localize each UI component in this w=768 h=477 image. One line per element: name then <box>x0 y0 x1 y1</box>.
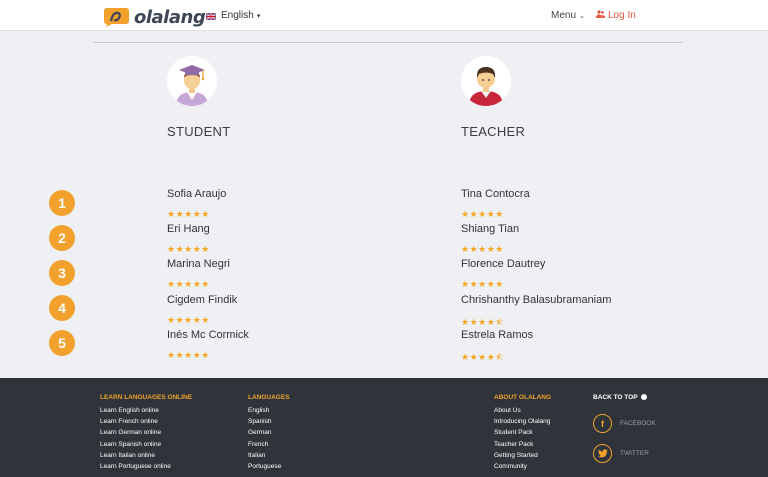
teacher-name[interactable]: Florence Dautrey <box>461 258 545 270</box>
footer-link[interactable]: Introducing Olalang <box>494 416 551 427</box>
teacher-name[interactable]: Chrishanthy Balasubramaniam <box>461 294 611 306</box>
menu-label: Menu <box>551 10 577 21</box>
student-name[interactable]: Cigdem Findik <box>167 294 237 306</box>
login-label: Log In <box>608 10 636 21</box>
footer-link[interactable]: Learn English online <box>100 405 192 416</box>
footer-link[interactable]: Getting Started <box>494 450 551 461</box>
teacher-column-title: TEACHER <box>461 124 526 139</box>
footer-link[interactable]: Italian <box>248 450 290 461</box>
footer-link[interactable]: Portuguese <box>248 461 290 472</box>
student-name[interactable]: Eri Hang <box>167 223 210 235</box>
uk-flag-icon <box>205 12 217 21</box>
back-to-top-label: BACK TO TOP <box>593 394 638 401</box>
facebook-icon: f <box>593 414 612 433</box>
logo-text: olalang <box>134 6 206 28</box>
facebook-link[interactable]: f FACEBOOK <box>593 414 656 433</box>
student-rating-stars: ★★★★★ <box>167 244 210 254</box>
teacher-name[interactable]: Estrela Ramos <box>461 329 533 341</box>
student-avatar <box>167 56 217 106</box>
facebook-label: FACEBOOK <box>620 420 656 427</box>
footer-link[interactable]: Community <box>494 461 551 472</box>
login-link[interactable]: Log In <box>596 10 636 21</box>
site-footer: LEARN LANGUAGES ONLINE Learn English onl… <box>0 378 768 477</box>
twitter-icon <box>593 444 612 463</box>
twitter-link[interactable]: TWITTER <box>593 444 649 463</box>
footer-heading: LEARN LANGUAGES ONLINE <box>100 394 193 401</box>
student-name[interactable]: Inés Mc Cormick <box>167 329 249 341</box>
teacher-rating-stars: ★★★★⯪ <box>461 352 505 362</box>
footer-link[interactable]: English <box>248 405 290 416</box>
twitter-label: TWITTER <box>620 450 649 457</box>
menu-dropdown[interactable]: Menu ⌄ <box>551 10 585 21</box>
teacher-rating-stars: ★★★★★ <box>461 209 504 219</box>
student-name[interactable]: Sofia Araujo <box>167 188 226 200</box>
teacher-name[interactable]: Shiang Tian <box>461 223 519 235</box>
footer-link[interactable]: Teacher Pack <box>494 439 551 450</box>
footer-link[interactable]: French <box>248 439 290 450</box>
arrow-up-circle-icon <box>641 394 648 401</box>
footer-link[interactable]: Learn Spanish online <box>100 439 192 450</box>
language-label: English <box>221 10 254 21</box>
footer-link[interactable]: Learn Portuguese online <box>100 461 192 472</box>
footer-heading: ABOUT OLALANG <box>494 394 552 401</box>
student-rating-stars: ★★★★★ <box>167 350 210 360</box>
footer-link[interactable]: Learn Italian online <box>100 450 192 461</box>
rank-badge: 3 <box>49 260 75 286</box>
teacher-rating-stars: ★★★★★ <box>461 244 504 254</box>
student-rating-stars: ★★★★★ <box>167 209 210 219</box>
teacher-avatar <box>461 56 511 106</box>
footer-link[interactable]: About Us <box>494 405 551 416</box>
rank-badge: 1 <box>49 190 75 216</box>
users-icon <box>596 10 605 21</box>
back-to-top-link[interactable]: BACK TO TOP <box>593 394 648 405</box>
footer-about-column: ABOUT OLALANG About Us Introducing Olala… <box>494 394 551 472</box>
language-selector[interactable]: English ▾ <box>205 10 261 21</box>
footer-languages-column: LANGUAGES English Spanish German French … <box>248 394 290 472</box>
olalang-logo[interactable]: olalang <box>102 5 206 29</box>
footer-link[interactable]: Spanish <box>248 416 290 427</box>
footer-link[interactable]: Learn German online <box>100 427 192 438</box>
student-name[interactable]: Marina Negri <box>167 258 230 270</box>
chevron-down-icon: ⌄ <box>579 12 585 20</box>
rank-badge: 2 <box>49 225 75 251</box>
footer-link[interactable]: Learn French online <box>100 416 192 427</box>
student-rating-stars: ★★★★★ <box>167 279 210 289</box>
divider <box>93 42 683 43</box>
footer-learn-column: LEARN LANGUAGES ONLINE Learn English onl… <box>100 394 192 472</box>
olalang-logo-icon <box>102 7 130 27</box>
student-column-title: STUDENT <box>167 124 231 139</box>
rank-badge: 5 <box>49 330 75 356</box>
teacher-name[interactable]: Tina Contocra <box>461 188 530 200</box>
top-navbar: olalang English ▾ Menu ⌄ Log In <box>0 0 768 31</box>
footer-link[interactable]: Student Pack <box>494 427 551 438</box>
footer-heading: LANGUAGES <box>248 394 290 401</box>
student-rating-stars: ★★★★★ <box>167 315 210 325</box>
rank-badge: 4 <box>49 295 75 321</box>
footer-link[interactable]: German <box>248 427 290 438</box>
caret-down-icon: ▾ <box>256 12 261 20</box>
teacher-rating-stars: ★★★★★ <box>461 279 504 289</box>
